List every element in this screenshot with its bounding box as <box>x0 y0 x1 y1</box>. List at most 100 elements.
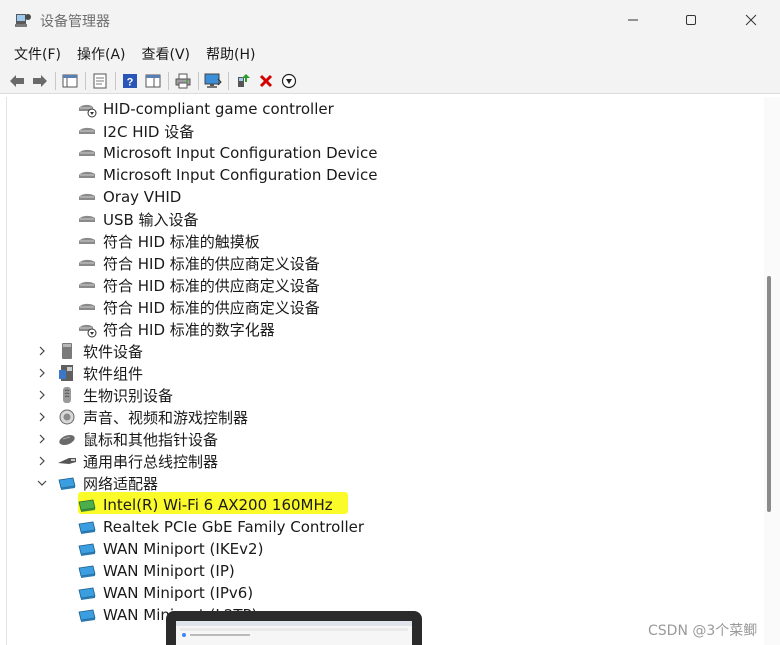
tree-item-hid-device[interactable]: I2C HID 设备 <box>77 120 194 142</box>
toolbar-separator <box>115 71 116 90</box>
back-button[interactable] <box>6 70 28 92</box>
print-button[interactable] <box>172 70 194 92</box>
browser-thumbnail-icon <box>176 621 412 637</box>
toolbar: ? <box>0 68 780 94</box>
watermark-text: CSDN @3个菜鲫 <box>648 623 758 639</box>
scrollbar-thumb[interactable] <box>767 276 771 512</box>
print-icon <box>175 73 191 88</box>
tree-item-hid-device[interactable]: 符合 HID 标准的供应商定义设备 <box>77 274 320 296</box>
tree-item-label: Intel(R) Wi-Fi 6 AX200 160MHz <box>103 496 333 514</box>
menu-action[interactable]: 操作(A) <box>71 44 132 64</box>
network-adapter-icon <box>58 477 76 490</box>
hid-device-icon <box>79 237 95 244</box>
tree-item-label: 符合 HID 标准的数字化器 <box>103 320 275 339</box>
close-button[interactable] <box>722 0 780 40</box>
minimize-button[interactable] <box>604 0 662 40</box>
tree-item-hid-device[interactable]: 符合 HID 标准的数字化器 <box>77 318 275 340</box>
tree-item-label: Oray VHID <box>103 188 182 206</box>
taskbar-window-preview[interactable] <box>166 611 422 645</box>
hid-device-warning-icon <box>79 324 97 338</box>
tree-item-hid-device[interactable]: Microsoft Input Configuration Device <box>77 142 377 164</box>
device-manager-icon <box>15 14 31 27</box>
menu-bar: 文件(F) 操作(A) 查看(V) 帮助(H) <box>0 40 780 68</box>
tree-item-label: WAN Miniport (IKEv2) <box>103 540 264 558</box>
tree-item-network-adapter[interactable]: Realtek PCIe GbE Family Controller <box>77 516 364 538</box>
window-title: 设备管理器 <box>40 14 110 30</box>
tree-item-label: 网络适配器 <box>83 474 159 493</box>
menu-help[interactable]: 帮助(H) <box>200 44 261 64</box>
chevron-right-icon[interactable] <box>35 366 49 380</box>
tree-item-label: 声音、视频和游戏控制器 <box>83 408 249 427</box>
minimize-icon <box>628 19 638 21</box>
tree-item-label: 符合 HID 标准的供应商定义设备 <box>103 254 320 273</box>
hid-device-icon <box>79 171 95 178</box>
maximize-icon <box>686 15 696 25</box>
tree-category-mice-pointing[interactable]: 鼠标和其他指针设备 <box>35 428 218 450</box>
uninstall-x-icon <box>259 74 273 87</box>
title-bar: 设备管理器 <box>0 0 780 40</box>
tree-item-network-adapter[interactable]: Intel(R) Wi-Fi 6 AX200 160MHz <box>77 494 333 516</box>
tree-item-hid-device[interactable]: Oray VHID <box>77 186 181 208</box>
tree-item-label: 鼠标和其他指针设备 <box>83 430 219 449</box>
show-hide-button[interactable] <box>142 70 164 92</box>
network-adapter-icon <box>78 499 96 512</box>
forward-arrow-icon <box>33 74 47 87</box>
menu-file[interactable]: 文件(F) <box>8 44 67 64</box>
toolbar-separator <box>168 71 169 90</box>
tree-item-hid-device[interactable]: 符合 HID 标准的触摸板 <box>77 230 260 252</box>
chevron-down-icon[interactable] <box>35 476 49 490</box>
network-adapter-icon <box>78 587 96 600</box>
tree-category-biometric[interactable]: 生物识别设备 <box>35 384 173 406</box>
tree-item-network-adapter[interactable]: WAN Miniport (IPv6) <box>77 582 253 604</box>
toolbar-separator <box>198 71 199 90</box>
back-arrow-icon <box>10 74 24 87</box>
console-tree-button[interactable] <box>59 70 81 92</box>
help-button[interactable]: ? <box>119 70 141 92</box>
help-icon: ? <box>123 73 137 88</box>
maximize-button[interactable] <box>662 0 720 40</box>
uninstall-device-button[interactable] <box>255 70 277 92</box>
tree-item-hid-device[interactable]: Microsoft Input Configuration Device <box>77 164 377 186</box>
tree-category-software-components[interactable]: 软件组件 <box>35 362 143 384</box>
chevron-right-icon[interactable] <box>35 388 49 402</box>
disable-device-button[interactable] <box>278 70 300 92</box>
tree-item-label: Microsoft Input Configuration Device <box>103 144 378 162</box>
forward-button[interactable] <box>29 70 51 92</box>
tree-category-sound-video-game[interactable]: 声音、视频和游戏控制器 <box>35 406 248 428</box>
device-tree[interactable]: HID-compliant game controller I2C HID 设备… <box>6 97 764 645</box>
properties-button[interactable] <box>89 70 111 92</box>
mouse-icon <box>59 434 75 446</box>
tree-item-label: I2C HID 设备 <box>103 122 195 141</box>
add-driver-button[interactable] <box>232 70 254 92</box>
chevron-right-icon[interactable] <box>35 432 49 446</box>
chevron-right-icon[interactable] <box>35 410 49 424</box>
tree-item-label: 通用串行总线控制器 <box>83 452 219 471</box>
hid-device-icon <box>79 127 95 134</box>
tree-category-software-devices[interactable]: 软件设备 <box>35 340 143 362</box>
close-icon <box>745 14 757 26</box>
tree-category-network-adapters[interactable]: 网络适配器 <box>35 472 158 494</box>
chevron-right-icon[interactable] <box>35 454 49 468</box>
scan-hardware-button[interactable] <box>202 70 224 92</box>
tree-item-label: HID-compliant game controller <box>103 100 334 118</box>
tree-item-hid-device[interactable]: 符合 HID 标准的供应商定义设备 <box>77 252 320 274</box>
tree-item-label: 符合 HID 标准的供应商定义设备 <box>103 276 320 295</box>
tree-item-hid-device[interactable]: HID-compliant game controller <box>77 98 334 120</box>
menu-view[interactable]: 查看(V) <box>136 44 197 64</box>
monitor-scan-icon <box>204 73 222 88</box>
chevron-right-icon[interactable] <box>35 344 49 358</box>
software-device-icon <box>62 343 72 359</box>
hid-device-warning-icon <box>79 104 97 118</box>
software-component-icon <box>59 365 73 381</box>
tree-item-network-adapter[interactable]: WAN Miniport (IP) <box>77 560 235 582</box>
tree-category-usb-controllers[interactable]: 通用串行总线控制器 <box>35 450 218 472</box>
tree-item-label: 生物识别设备 <box>83 386 174 405</box>
tree-item-label: 软件设备 <box>83 342 144 361</box>
tree-item-label: 符合 HID 标准的供应商定义设备 <box>103 298 320 317</box>
tree-item-network-adapter[interactable]: WAN Miniport (IKEv2) <box>77 538 263 560</box>
svg-text:?: ? <box>127 76 134 88</box>
tree-item-hid-device[interactable]: USB 输入设备 <box>77 208 199 230</box>
usb-plug-icon <box>58 458 76 464</box>
tree-item-label: Realtek PCIe GbE Family Controller <box>103 518 365 536</box>
tree-item-hid-device[interactable]: 符合 HID 标准的供应商定义设备 <box>77 296 320 318</box>
